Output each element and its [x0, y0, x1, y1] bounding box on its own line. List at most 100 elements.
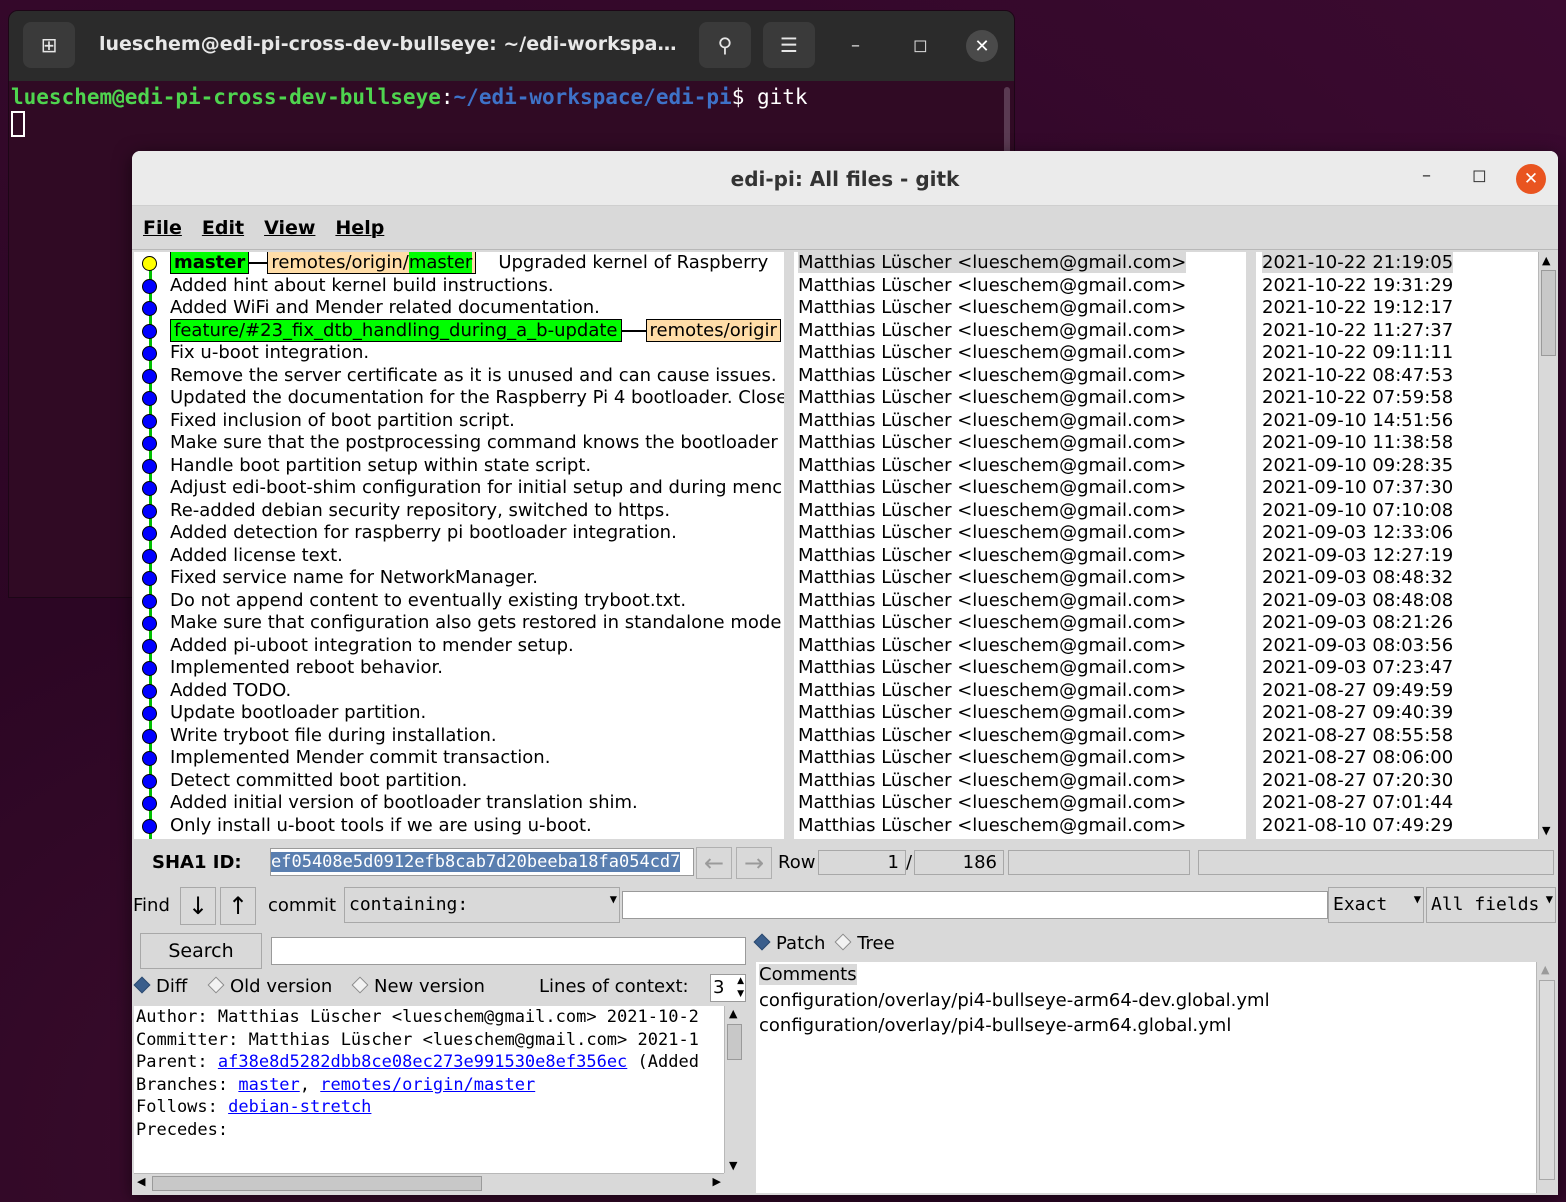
- author-row[interactable]: Matthias Lüscher <lueschem@gmail.com>: [794, 815, 1246, 838]
- date-row[interactable]: 2021-09-10 11:38:58: [1256, 432, 1538, 455]
- author-pane[interactable]: Matthias Lüscher <lueschem@gmail.com> Mat…: [794, 252, 1246, 839]
- date-row[interactable]: 2021-10-22 21:19:05: [1256, 252, 1538, 275]
- date-row[interactable]: 2021-08-27 08:55:58: [1256, 725, 1538, 748]
- commit-row[interactable]: Fix u-boot integration.: [134, 342, 784, 365]
- ref-branch-label[interactable]: feature/#23_fix_dtb_handling_during_a_b-…: [170, 318, 622, 342]
- author-row[interactable]: Matthias Lüscher <lueschem@gmail.com>: [794, 275, 1246, 298]
- ref-remote-label[interactable]: remotes/origin/master: [267, 252, 477, 274]
- details-vscrollbar[interactable]: ▲ ▼: [724, 1006, 745, 1173]
- find-prev-up-arrow-icon[interactable]: ↑: [220, 887, 256, 925]
- hamburger-menu-icon[interactable]: ☰: [763, 22, 815, 68]
- parent-sha-link[interactable]: af38e8d5282dbb8ce08ec273e991530e8ef356ec: [218, 1052, 627, 1072]
- commit-row[interactable]: Added initial version of bootloader tran…: [134, 792, 784, 815]
- find-match-dropdown[interactable]: Exact ▼: [1328, 887, 1424, 923]
- author-row[interactable]: Matthias Lüscher <lueschem@gmail.com>: [794, 252, 1246, 275]
- author-row[interactable]: Matthias Lüscher <lueschem@gmail.com>: [794, 680, 1246, 703]
- date-row[interactable]: 2021-09-10 14:51:56: [1256, 410, 1538, 433]
- find-fields-dropdown[interactable]: All fields ▼: [1426, 887, 1556, 923]
- tree-label[interactable]: Tree: [857, 933, 895, 954]
- date-row[interactable]: 2021-10-22 11:27:37: [1256, 320, 1538, 343]
- commit-row[interactable]: Re-added debian security repository, swi…: [134, 500, 784, 523]
- commit-row[interactable]: Fixed inclusion of boot partition script…: [134, 410, 784, 433]
- spin-arrows-icon[interactable]: ▲ ▼: [737, 975, 744, 1001]
- author-row[interactable]: Matthias Lüscher <lueschem@gmail.com>: [794, 702, 1246, 725]
- context-spinbox[interactable]: 3 ▲ ▼: [710, 974, 746, 1002]
- date-row[interactable]: 2021-09-03 07:23:47: [1256, 657, 1538, 680]
- commit-row[interactable]: Make sure that the postprocessing comman…: [134, 432, 784, 455]
- date-row[interactable]: 2021-09-03 08:03:56: [1256, 635, 1538, 658]
- scroll-left-arrow-icon[interactable]: ◀: [137, 1175, 145, 1188]
- patch-label[interactable]: Patch: [776, 933, 825, 954]
- scroll-down-arrow-icon[interactable]: ▼: [1542, 824, 1550, 837]
- forward-arrow-icon[interactable]: →: [736, 847, 772, 879]
- author-row[interactable]: Matthias Lüscher <lueschem@gmail.com>: [794, 590, 1246, 613]
- commit-row[interactable]: Fixed service name for NetworkManager.: [134, 567, 784, 590]
- author-row[interactable]: Matthias Lüscher <lueschem@gmail.com>: [794, 747, 1246, 770]
- author-row[interactable]: Matthias Lüscher <lueschem@gmail.com>: [794, 635, 1246, 658]
- author-row[interactable]: Matthias Lüscher <lueschem@gmail.com>: [794, 770, 1246, 793]
- sha-input[interactable]: ef05408e5d0912efb8cab7d20beeba18fa054cd7: [270, 848, 694, 876]
- date-row[interactable]: 2021-08-27 09:40:39: [1256, 702, 1538, 725]
- author-row[interactable]: Matthias Lüscher <lueschem@gmail.com>: [794, 365, 1246, 388]
- old-version-radio[interactable]: [207, 976, 225, 994]
- commit-details-pane[interactable]: Author: Matthias Lüscher <lueschem@gmail…: [134, 1006, 724, 1173]
- author-row[interactable]: Matthias Lüscher <lueschem@gmail.com>: [794, 567, 1246, 590]
- author-row[interactable]: Matthias Lüscher <lueschem@gmail.com>: [794, 342, 1246, 365]
- author-row[interactable]: Matthias Lüscher <lueschem@gmail.com>: [794, 432, 1246, 455]
- commit-row[interactable]: Added TODO.: [134, 680, 784, 703]
- back-arrow-icon[interactable]: ←: [696, 847, 732, 879]
- commit-row[interactable]: Write tryboot file during installation.: [134, 725, 784, 748]
- author-row[interactable]: Matthias Lüscher <lueschem@gmail.com>: [794, 477, 1246, 500]
- commit-row[interactable]: Detect committed boot partition.: [134, 770, 784, 793]
- date-row[interactable]: 2021-08-10 07:49:29: [1256, 815, 1538, 838]
- date-row[interactable]: 2021-10-22 08:47:53: [1256, 365, 1538, 388]
- date-row[interactable]: 2021-09-10 07:37:30: [1256, 477, 1538, 500]
- commit-row[interactable]: master remotes/origin/master Upgraded kern…: [134, 252, 784, 275]
- author-row[interactable]: Matthias Lüscher <lueschem@gmail.com>: [794, 545, 1246, 568]
- date-pane[interactable]: 2021-10-22 21:19:05 2021-10-22 19:31:29 20…: [1256, 252, 1538, 839]
- menu-help[interactable]: Help: [335, 217, 384, 239]
- date-row[interactable]: 2021-09-03 08:48:08: [1256, 590, 1538, 613]
- minimize-icon[interactable]: –: [1422, 165, 1431, 186]
- ref-head-label[interactable]: master: [170, 252, 250, 274]
- file-list-scrollbar[interactable]: ▲: [1536, 962, 1558, 1193]
- author-row[interactable]: Matthias Lüscher <lueschem@gmail.com>: [794, 612, 1246, 635]
- author-row[interactable]: Matthias Lüscher <lueschem@gmail.com>: [794, 725, 1246, 748]
- commit-row[interactable]: Do not append content to eventually exis…: [134, 590, 784, 613]
- menu-view[interactable]: View: [264, 217, 315, 239]
- commit-row[interactable]: Added detection for raspberry pi bootloa…: [134, 522, 784, 545]
- date-row[interactable]: 2021-09-03 08:48:32: [1256, 567, 1538, 590]
- commit-row[interactable]: Remove the server certificate as it is u…: [134, 365, 784, 388]
- date-row[interactable]: 2021-09-03 12:33:06: [1256, 522, 1538, 545]
- commit-row[interactable]: Added license text.: [134, 545, 784, 568]
- commit-row[interactable]: Implemented reboot behavior.: [134, 657, 784, 680]
- search-input[interactable]: [271, 937, 746, 965]
- commit-graph-pane[interactable]: master remotes/origin/master Upgraded kern…: [134, 252, 784, 839]
- find-input[interactable]: [622, 891, 1328, 919]
- diff-radio[interactable]: [133, 976, 151, 994]
- commit-row[interactable]: Only install u-boot tools if we are usin…: [134, 815, 784, 838]
- author-row[interactable]: Matthias Lüscher <lueschem@gmail.com>: [794, 657, 1246, 680]
- author-row[interactable]: Matthias Lüscher <lueschem@gmail.com>: [794, 500, 1246, 523]
- tree-radio[interactable]: [834, 933, 852, 951]
- scrollbar-thumb[interactable]: [1541, 270, 1556, 356]
- commit-row[interactable]: Handle boot partition setup within state…: [134, 455, 784, 478]
- minimize-icon[interactable]: –: [851, 35, 860, 56]
- author-row[interactable]: Matthias Lüscher <lueschem@gmail.com>: [794, 522, 1246, 545]
- commit-row[interactable]: Implemented Mender commit transaction.: [134, 747, 784, 770]
- find-next-down-arrow-icon[interactable]: ↓: [180, 887, 216, 925]
- scrollbar-thumb[interactable]: [152, 1176, 482, 1191]
- date-row[interactable]: 2021-09-10 07:10:08: [1256, 500, 1538, 523]
- commit-row[interactable]: Added WiFi and Mender related documentat…: [134, 297, 784, 320]
- new-version-label[interactable]: New version: [374, 976, 485, 997]
- scrollbar-thumb[interactable]: [727, 1024, 742, 1060]
- date-row[interactable]: 2021-09-10 09:28:35: [1256, 455, 1538, 478]
- commit-row[interactable]: feature/#23_fix_dtb_handling_during_a_b-…: [134, 318, 784, 343]
- old-version-label[interactable]: Old version: [230, 976, 332, 997]
- search-icon[interactable]: ⚲: [699, 22, 751, 68]
- date-row[interactable]: 2021-10-22 09:11:11: [1256, 342, 1538, 365]
- branch-link-remote[interactable]: remotes/origin/master: [320, 1075, 535, 1095]
- file-list-pane[interactable]: Comments configuration/overlay/pi4-bulls…: [756, 962, 1536, 1193]
- branch-link-master[interactable]: master: [238, 1075, 299, 1095]
- author-row[interactable]: Matthias Lüscher <lueschem@gmail.com>: [794, 320, 1246, 343]
